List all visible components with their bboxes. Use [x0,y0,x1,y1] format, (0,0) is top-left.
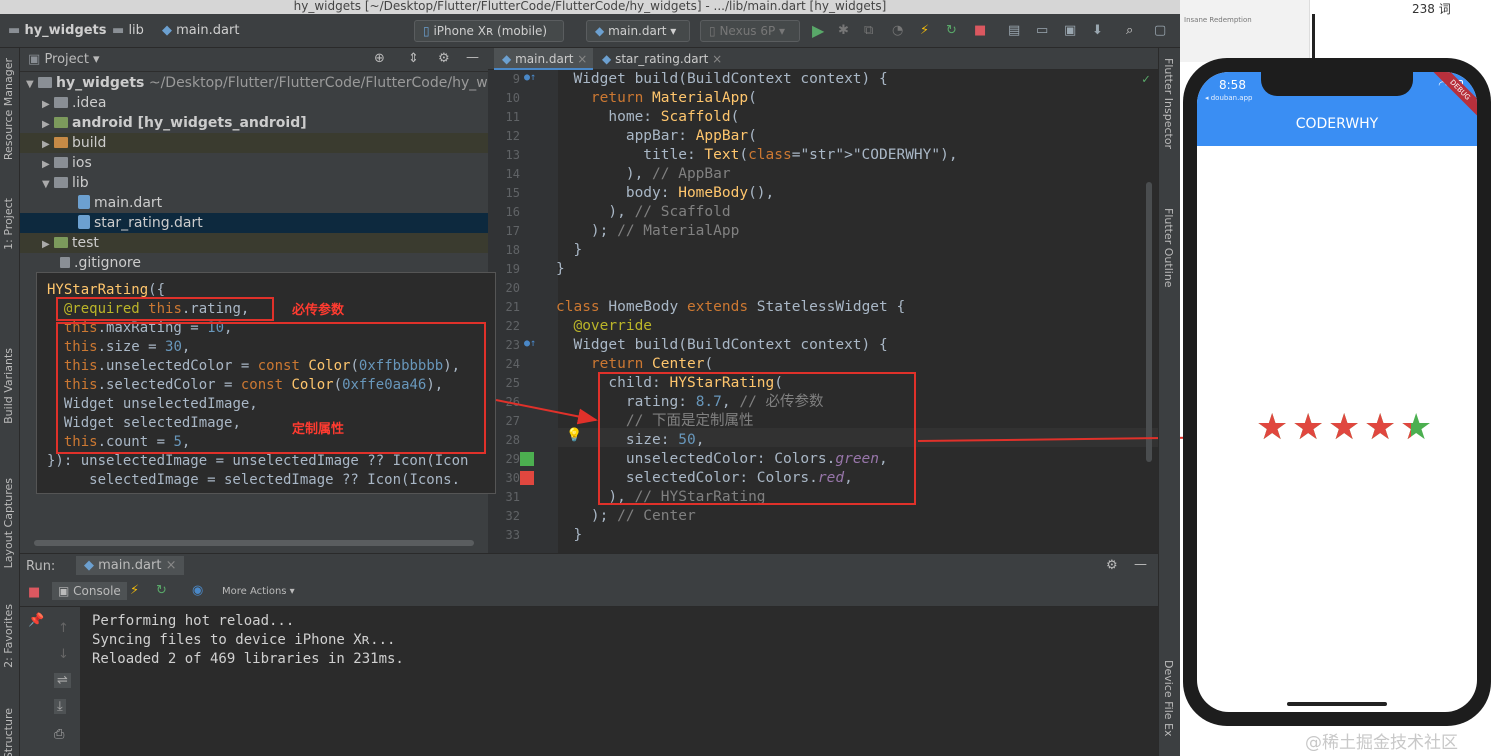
soft-wrap-icon[interactable]: ⇌ [54,673,71,688]
hot-reload-icon[interactable]: ⚡ [130,583,139,598]
scroll-down-icon[interactable]: ↓ [58,647,69,662]
devtools-icon[interactable]: ◉ [192,583,203,598]
pin-icon[interactable]: 📌 [28,613,44,628]
star-icon: ★★ [1400,407,1433,448]
console-line: Reloaded 2 of 469 libraries in 231ms. [92,651,404,667]
star-fill: ★ [1328,410,1361,446]
dart-file-icon: ◆ [84,558,94,573]
star-icon: ★★ [1256,407,1289,448]
watermark: @稀土掘金技术社区 [1305,733,1458,753]
run-side-toolbar: 📌 ↑ ↓ ⇌ ⤓ ⎙ [20,607,80,756]
star-icon: ★★ [1328,407,1361,448]
star-fill: ★ [1256,410,1289,446]
status-time: 8:58 [1219,78,1246,92]
hot-restart-icon[interactable]: ↻ [156,583,167,598]
phone-notch [1261,72,1413,96]
arrow-snippet-to-call [495,399,598,425]
more-actions-menu[interactable]: More Actions ▾ [222,586,295,597]
phone-screen[interactable]: 8:58 ◂ douban.app ◠ DEBUG CODERWHY [1197,72,1477,712]
app-title: CODERWHY [1295,116,1379,132]
hide-icon[interactable]: — [1134,557,1147,572]
run-label: Run: [26,559,56,574]
scroll-to-end-icon[interactable]: ⤓ [54,699,66,714]
home-indicator [1287,702,1387,706]
scroll-up-icon[interactable]: ↑ [58,621,69,636]
star-fill: ★ [1292,410,1325,446]
stop-icon[interactable]: ■ [28,585,40,600]
star-fill: ★ [1400,410,1411,446]
print-icon[interactable]: ⎙ [54,727,64,742]
gear-icon[interactable]: ⚙ [1106,558,1118,573]
star-fill: ★ [1364,410,1397,446]
run-toolbar: ■ ▣ Console ⚡ ↻ ◉ More Actions ▾ [20,579,1158,607]
run-panel-header: Run: ◆ main.dart × ⚙ — [20,553,1158,579]
console-icon: ▣ [58,584,70,598]
console-line: Performing hot reload... [92,613,295,629]
close-icon[interactable]: × [166,558,177,573]
run-tab-main-dart[interactable]: ◆ main.dart × [76,556,185,575]
right-tool-strip: Flutter Inspector Flutter Outline Device… [1158,48,1180,756]
console-tab[interactable]: ▣ Console [52,582,127,600]
tool-device-file-explorer[interactable]: Device File Ex [1162,660,1175,736]
console-output[interactable]: Performing hot reload... Syncing files t… [80,607,1158,756]
status-source: ◂ douban.app [1205,94,1253,102]
star-icon: ★★ [1364,407,1397,448]
star-icon: ★★ [1292,407,1325,448]
console-line: Syncing files to device iPhone Xʀ... [92,632,396,648]
tool-flutter-inspector[interactable]: Flutter Inspector [1162,58,1175,149]
tool-flutter-outline[interactable]: Flutter Outline [1162,208,1175,288]
